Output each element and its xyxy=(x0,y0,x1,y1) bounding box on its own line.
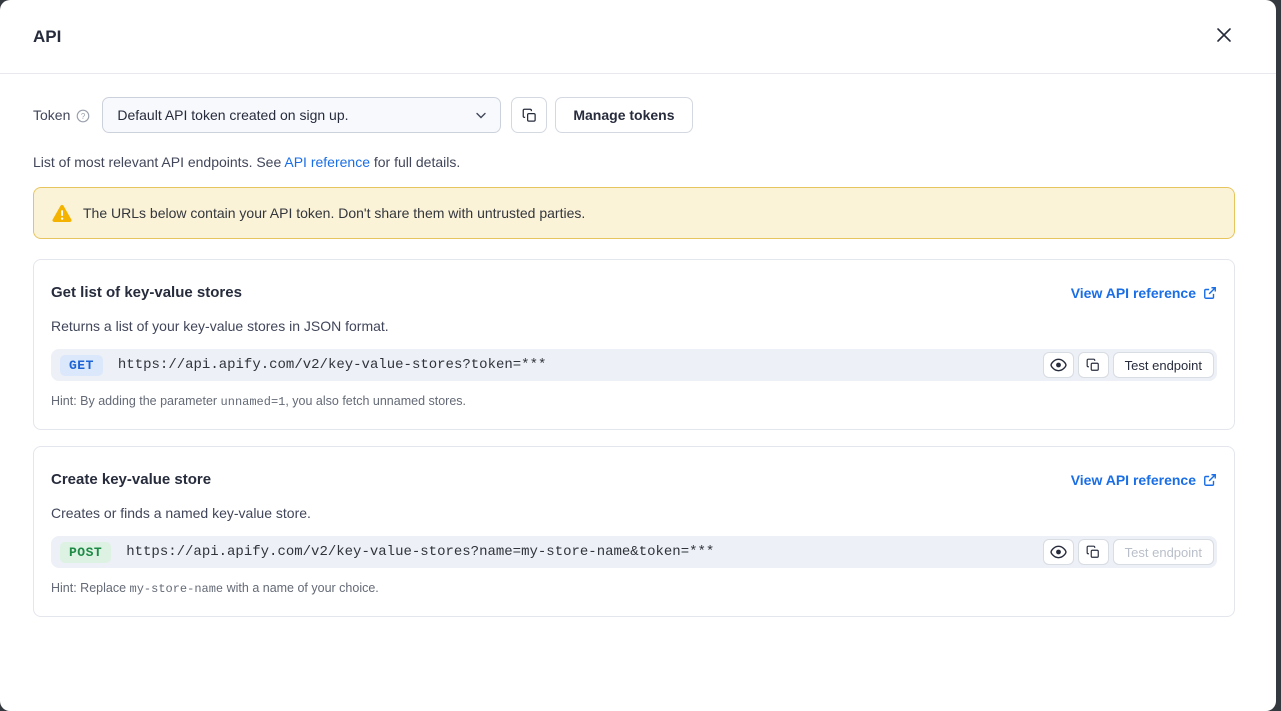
view-api-reference-link[interactable]: View API reference xyxy=(1071,472,1217,488)
modal-header: API xyxy=(0,0,1276,74)
intro-before: List of most relevant API endpoints. See xyxy=(33,154,284,170)
eye-icon xyxy=(1050,358,1067,372)
endpoint-url-row: POST https://api.apify.com/v2/key-value-… xyxy=(51,536,1217,568)
card-header: Get list of key-value stores View API re… xyxy=(51,284,1217,301)
copy-icon xyxy=(522,108,537,123)
endpoint-url: https://api.apify.com/v2/key-value-store… xyxy=(126,544,1038,560)
view-api-reference-label: View API reference xyxy=(1071,285,1196,301)
token-select[interactable]: Default API token created on sign up. xyxy=(102,97,501,133)
close-button[interactable] xyxy=(1210,23,1238,51)
endpoint-description: Returns a list of your key-value stores … xyxy=(51,318,1217,334)
method-badge: POST xyxy=(60,542,111,563)
copy-url-button[interactable] xyxy=(1078,539,1109,565)
external-link-icon xyxy=(1203,473,1217,487)
svg-text:?: ? xyxy=(81,112,86,121)
token-row: Token ? Default API token created on sig… xyxy=(33,97,1235,133)
copy-token-button[interactable] xyxy=(511,97,547,133)
intro-after: for full details. xyxy=(370,154,460,170)
token-select-value: Default API token created on sign up. xyxy=(117,107,348,123)
intro-text: List of most relevant API endpoints. See… xyxy=(33,154,1235,170)
endpoint-card: Create key-value store View API referenc… xyxy=(33,446,1235,617)
hint-code: my-store-name xyxy=(130,582,224,596)
endpoint-title: Get list of key-value stores xyxy=(51,284,242,301)
copy-url-button[interactable] xyxy=(1078,352,1109,378)
card-header: Create key-value store View API referenc… xyxy=(51,471,1217,488)
view-api-reference-link[interactable]: View API reference xyxy=(1071,285,1217,301)
endpoint-url-row: GET https://api.apify.com/v2/key-value-s… xyxy=(51,349,1217,381)
close-icon xyxy=(1216,27,1232,46)
chevron-down-icon xyxy=(476,112,486,119)
test-endpoint-button[interactable]: Test endpoint xyxy=(1113,352,1214,378)
test-endpoint-button[interactable]: Test endpoint xyxy=(1113,539,1214,565)
show-token-button[interactable] xyxy=(1043,539,1074,565)
copy-icon xyxy=(1086,545,1100,559)
endpoint-hint: Hint: Replace my-store-name with a name … xyxy=(51,581,1217,596)
view-api-reference-label: View API reference xyxy=(1071,472,1196,488)
eye-icon xyxy=(1050,545,1067,559)
page-title: API xyxy=(33,27,61,47)
hint-code: unnamed=1 xyxy=(221,395,286,409)
help-icon[interactable]: ? xyxy=(76,109,90,123)
hint-after: , you also fetch unnamed stores. xyxy=(285,394,466,408)
endpoint-description: Creates or finds a named key-value store… xyxy=(51,505,1217,521)
copy-icon xyxy=(1086,358,1100,372)
external-link-icon xyxy=(1203,286,1217,300)
hint-before: Hint: By adding the parameter xyxy=(51,394,221,408)
endpoint-url: https://api.apify.com/v2/key-value-store… xyxy=(118,357,1039,373)
warning-banner: The URLs below contain your API token. D… xyxy=(33,187,1235,239)
modal-body: Token ? Default API token created on sig… xyxy=(0,74,1276,617)
warning-triangle-icon xyxy=(52,204,72,223)
endpoint-title: Create key-value store xyxy=(51,471,211,488)
show-token-button[interactable] xyxy=(1043,352,1074,378)
api-modal: API Token ? Default API token created on… xyxy=(0,0,1276,711)
method-badge: GET xyxy=(60,355,103,376)
api-reference-link[interactable]: API reference xyxy=(284,154,370,170)
endpoint-hint: Hint: By adding the parameter unnamed=1,… xyxy=(51,394,1217,409)
endpoint-card: Get list of key-value stores View API re… xyxy=(33,259,1235,430)
manage-tokens-button[interactable]: Manage tokens xyxy=(555,97,692,133)
hint-after: with a name of your choice. xyxy=(223,581,379,595)
token-label: Token xyxy=(33,107,70,123)
hint-before: Hint: Replace xyxy=(51,581,130,595)
warning-text: The URLs below contain your API token. D… xyxy=(83,205,585,221)
